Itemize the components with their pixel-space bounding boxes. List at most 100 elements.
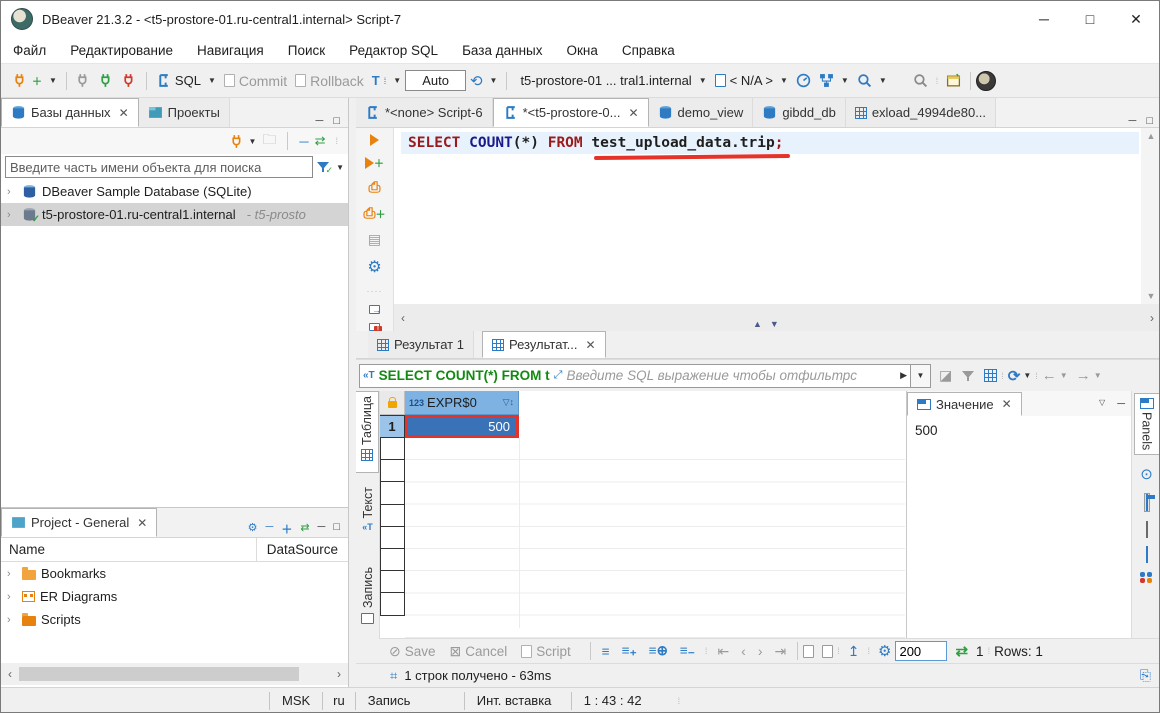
- er-diagram-button[interactable]: ▼: [815, 71, 853, 90]
- column-name[interactable]: Name: [1, 542, 45, 557]
- value-content[interactable]: 500: [907, 416, 1131, 445]
- maximize-editor-icon[interactable]: □: [1146, 115, 1153, 127]
- metadata-panel-icon[interactable]: [1146, 522, 1148, 537]
- rollback-button[interactable]: Rollback: [291, 71, 368, 91]
- close-button[interactable]: ✕: [1113, 2, 1159, 36]
- dbeaver-perspective-icon[interactable]: [976, 71, 996, 91]
- erase-filter-icon[interactable]: ◪: [939, 367, 952, 384]
- first-row-icon[interactable]: ⇤: [717, 643, 729, 660]
- commit-button[interactable]: Commit: [220, 71, 291, 91]
- quick-search-button[interactable]: [909, 71, 932, 90]
- sash-up-icon[interactable]: ▲: [753, 319, 762, 329]
- menu-navigate[interactable]: Навигация: [197, 43, 264, 58]
- column-datasource[interactable]: DataSource: [256, 538, 348, 561]
- next-row-icon[interactable]: ›: [758, 643, 763, 659]
- scroll-left-icon[interactable]: ‹: [394, 311, 412, 325]
- new-connection-small-button[interactable]: ▼: [230, 134, 256, 149]
- open-perspective-button[interactable]: [942, 71, 965, 90]
- tab-project-general[interactable]: Project - General ✕: [1, 508, 157, 537]
- expand-chevron-icon[interactable]: ›: [7, 209, 17, 221]
- close-tab-icon[interactable]: ✕: [119, 106, 129, 120]
- menu-edit[interactable]: Редактирование: [70, 43, 173, 58]
- chevron-down-icon[interactable]: ▼: [1094, 371, 1102, 380]
- grid-corner-cell[interactable]: [380, 391, 405, 415]
- tab-record-view[interactable]: Запись: [356, 563, 379, 638]
- menu-database[interactable]: База данных: [462, 43, 542, 58]
- execute-script-new-button[interactable]: ⎙＋: [363, 205, 385, 222]
- row-header-1[interactable]: 1: [380, 415, 405, 438]
- tab-demo-view[interactable]: demo_view: [649, 98, 754, 127]
- menu-help[interactable]: Справка: [622, 43, 675, 58]
- maximize-panel-icon[interactable]: □: [333, 115, 340, 127]
- minimize-editor-icon[interactable]: ─: [1129, 115, 1137, 127]
- scroll-right-icon[interactable]: ›: [330, 667, 348, 681]
- transaction-log-button[interactable]: T⁞ ▼: [368, 71, 405, 90]
- schema-selector[interactable]: < N/A > ▼: [711, 71, 792, 90]
- tab-databases[interactable]: Базы данных ✕: [1, 98, 139, 127]
- output-toggle-icon[interactable]: ⎘: [1140, 667, 1160, 684]
- save-filter-settings-icon[interactable]: [984, 369, 997, 382]
- maximize-button[interactable]: □: [1067, 2, 1113, 36]
- apply-filter-icon[interactable]: [962, 370, 974, 382]
- expand-filter-icon[interactable]: ⤢: [554, 369, 563, 382]
- tab-text-view[interactable]: Текст «T: [356, 483, 379, 553]
- close-tab-icon[interactable]: ✕: [137, 516, 147, 530]
- sash-resize-control[interactable]: ▲ ▼: [753, 319, 779, 329]
- link-editor-icon[interactable]: ⇄: [315, 133, 326, 149]
- tree-item-t5-prostore[interactable]: › ✓ t5-prostore-01.ru-central1.internal …: [1, 203, 348, 226]
- tab-table-view[interactable]: Таблица: [356, 391, 379, 473]
- language-indicator[interactable]: ru: [323, 693, 355, 708]
- export-data-button[interactable]: [369, 305, 380, 314]
- tab-panels[interactable]: Panels: [1134, 393, 1160, 455]
- gear-icon[interactable]: ⚙: [248, 521, 258, 537]
- chevron-down-icon[interactable]: ▼: [1060, 371, 1068, 380]
- tab-value[interactable]: Значение ✕: [907, 392, 1022, 416]
- filter-history-dropdown[interactable]: ▼: [911, 364, 931, 388]
- tab-result-1[interactable]: Результат 1: [368, 331, 474, 358]
- validate-script-button[interactable]: [369, 323, 380, 332]
- expand-chevron-icon[interactable]: ›: [7, 186, 17, 198]
- panel-dropdown-icon[interactable]: ▽: [1099, 398, 1105, 410]
- nav-back-icon[interactable]: ←: [1042, 367, 1057, 384]
- cancel-button[interactable]: ⊠ Cancel: [450, 643, 508, 660]
- edit-row-icon[interactable]: ≡: [602, 644, 610, 659]
- sql-editor-button[interactable]: SQL ▼: [152, 71, 220, 90]
- execute-new-tab-button[interactable]: ＋: [365, 155, 384, 170]
- gear-icon[interactable]: ⚙: [367, 257, 381, 277]
- minimize-panel-icon[interactable]: ─: [316, 115, 324, 127]
- scroll-down-icon[interactable]: ▼: [1141, 291, 1160, 301]
- gear-icon[interactable]: ⚙: [878, 642, 891, 660]
- fetch-all-icon[interactable]: [822, 645, 833, 658]
- save-button[interactable]: ⊘ Save: [389, 643, 436, 660]
- sql-editor[interactable]: SELECT COUNT(*) FROM test_upload_data.tr…: [394, 128, 1141, 304]
- expand-all-icon[interactable]: ＋: [281, 521, 292, 537]
- dashboard-button[interactable]: [792, 71, 815, 90]
- script-button[interactable]: Script: [521, 644, 571, 659]
- sql-statement[interactable]: SELECT COUNT(*) FROM test_upload_data.tr…: [408, 135, 783, 151]
- collapse-all-icon[interactable]: ─: [299, 134, 308, 149]
- value-panel-toggle-icon[interactable]: [1144, 493, 1150, 512]
- tree-item-bookmarks[interactable]: › Bookmarks: [1, 562, 348, 585]
- commit-mode-button[interactable]: Auto: [405, 70, 466, 91]
- chevron-down-icon[interactable]: ▼: [1023, 371, 1031, 380]
- filter-expand-arrow-icon[interactable]: ▶: [900, 370, 907, 381]
- filter-input[interactable]: «T SELECT COUNT(*) FROM t ⤢ Введите SQL …: [359, 364, 911, 388]
- selected-cell-value[interactable]: 500: [405, 415, 519, 438]
- connection-selector[interactable]: t5-prostore-01 ... tral1.internal ▼: [516, 71, 710, 90]
- auto-refresh-icon[interactable]: ⇄: [955, 642, 968, 660]
- aggregate-panel-icon[interactable]: [1146, 547, 1148, 562]
- editor-vertical-scrollbar[interactable]: ▲ ▼: [1141, 128, 1160, 304]
- references-panel-icon[interactable]: [1140, 572, 1153, 583]
- new-connection-button[interactable]: ＋ ▼: [9, 71, 61, 90]
- project-horizontal-scrollbar[interactable]: ‹ ›: [1, 663, 348, 685]
- reconnect-button[interactable]: [95, 71, 118, 90]
- minimize-panel-icon[interactable]: ─: [1117, 398, 1125, 410]
- refresh-results-icon[interactable]: ⟳: [1008, 367, 1021, 385]
- link-editor-icon[interactable]: ⇄: [300, 521, 309, 537]
- execute-script-button[interactable]: ⎙: [368, 179, 380, 196]
- filter-icon[interactable]: ✓: [317, 161, 329, 173]
- last-row-icon[interactable]: ⇥: [775, 643, 787, 660]
- tab-script-6[interactable]: *<none> Script-6: [356, 98, 493, 127]
- close-tab-icon[interactable]: ✕: [586, 338, 596, 352]
- menu-file[interactable]: Файл: [13, 43, 46, 58]
